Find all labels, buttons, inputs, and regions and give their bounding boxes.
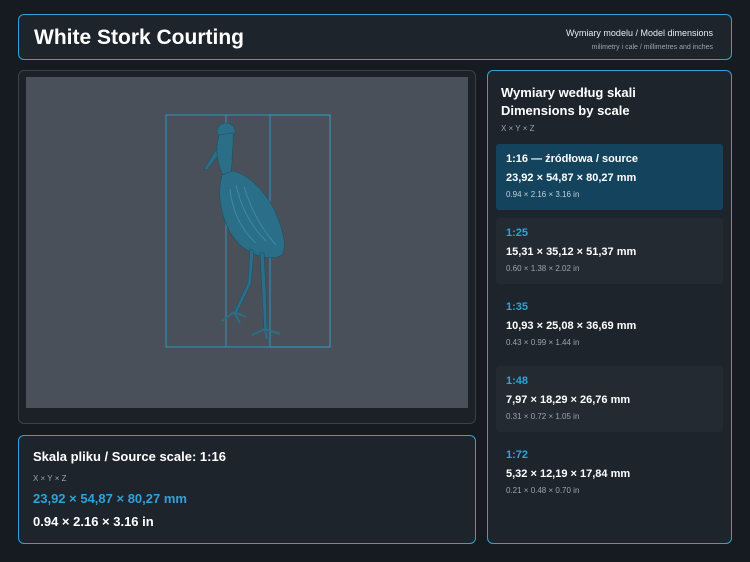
dimensions-subtitle: milimetry i cale / millimetres and inche… [591,44,713,51]
scale-dimensions-inch: 0.31 × 0.72 × 1.05 in [506,412,580,421]
scale-dimensions-inch: 0.43 × 0.99 × 1.44 in [506,338,580,347]
scale-card-1-48[interactable]: 1:48 7,97 × 18,29 × 26,76 mm 0.31 × 0.72… [496,366,723,432]
scale-ratio: 1:25 [506,227,529,239]
scale-dimensions-mm: 7,97 × 18,29 × 26,76 mm [506,394,631,406]
source-axes-label: X × Y × Z [33,474,67,483]
scale-ratio: 1:16 — źródłowa / source [506,153,639,165]
model-viewer[interactable] [18,70,476,424]
scale-card-1-25[interactable]: 1:25 15,31 × 35,12 × 51,37 mm 0.60 × 1.3… [496,218,723,284]
scale-ratio: 1:72 [506,449,529,461]
stork-model-icon [165,114,331,348]
source-dimensions-inch: 0.94 × 2.16 × 3.16 in [33,514,154,529]
scale-ratio: 1:35 [506,301,529,313]
scale-dimensions-mm: 5,32 × 12,19 × 17,84 mm [506,468,631,480]
scale-ratio: 1:48 [506,375,529,387]
scale-dimensions-mm: 10,93 × 25,08 × 36,69 mm [506,320,637,332]
source-dimensions-mm: 23,92 × 54,87 × 80,27 mm [33,491,187,506]
source-scale-heading: Skala pliku / Source scale: 1:16 [33,449,226,464]
scales-heading-pl: Wymiary według skali [501,85,636,100]
scale-card-1-16[interactable]: 1:16 — źródłowa / source 23,92 × 54,87 ×… [496,144,723,210]
scale-dimensions-inch: 0.21 × 0.48 × 0.70 in [506,486,580,495]
scale-dimensions-mm: 15,31 × 35,12 × 51,37 mm [506,246,637,258]
scales-heading-en: Dimensions by scale [501,103,630,118]
scale-dimensions-inch: 0.60 × 1.38 × 2.02 in [506,264,580,273]
stork-silhouette [203,122,285,340]
dimensions-title: Wymiary modelu / Model dimensions [566,28,713,38]
scales-axes-label: X × Y × Z [501,124,535,133]
scale-card-1-72[interactable]: 1:72 5,32 × 12,19 × 17,84 mm 0.21 × 0.48… [496,440,723,506]
scales-panel: Wymiary według skali Dimensions by scale… [487,70,732,544]
header-panel: White Stork Courting Wymiary modelu / Mo… [18,14,732,60]
source-scale-panel: Skala pliku / Source scale: 1:16 X × Y ×… [18,435,476,544]
scale-dimensions-mm: 23,92 × 54,87 × 80,27 mm [506,172,637,184]
scales-heading: Wymiary według skali Dimensions by scale [501,84,636,120]
scale-dimensions-inch: 0.94 × 2.16 × 3.16 in [506,190,580,199]
page-title: White Stork Courting [34,26,244,49]
scale-card-1-35[interactable]: 1:35 10,93 × 25,08 × 36,69 mm 0.43 × 0.9… [496,292,723,358]
viewport-canvas[interactable] [26,77,468,408]
